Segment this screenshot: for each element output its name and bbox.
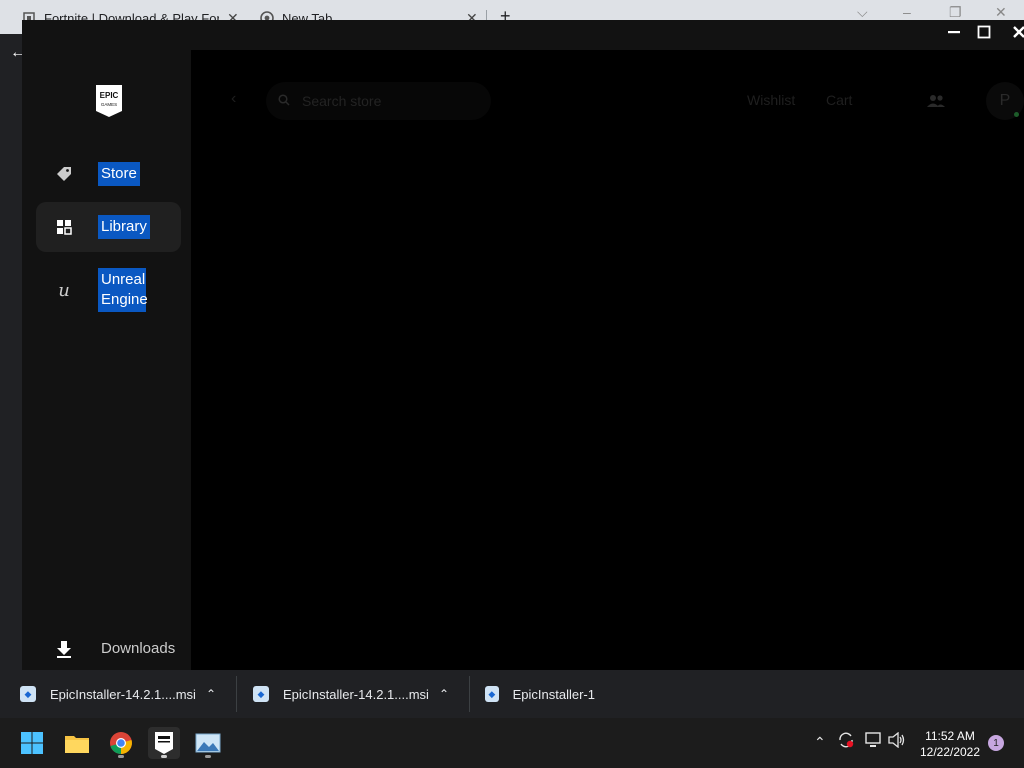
cart-link[interactable]: Cart [826,92,852,108]
minimize-icon[interactable]: – [903,4,911,20]
browser-toolbar-edge: ← [0,34,26,664]
minimize-icon[interactable] [947,23,961,44]
installer-file-icon: ◆ [20,686,36,702]
running-indicator [118,755,124,758]
sidebar-item-label: Library [98,215,150,239]
system-clock[interactable]: 11:52 AM 12/22/2022 [915,728,985,760]
volume-icon[interactable] [888,731,906,751]
file-explorer-icon[interactable] [61,727,93,759]
epic-launcher-window: EPIC GAMES Store Library u Unreal Engine… [22,20,1024,670]
maximize-icon[interactable] [977,23,991,44]
installer-file-icon: ◆ [253,686,269,702]
image-viewer-icon[interactable] [192,727,224,759]
unreal-icon: u [58,279,70,301]
logo-subtext: GAMES [101,102,117,107]
download-filename: EpicInstaller-14.2.1....msi [283,686,429,702]
friends-icon[interactable] [916,86,956,116]
chevron-up-icon[interactable]: ⌃ [206,687,216,701]
taskbar: ⌃ 11:52 AM 12/22/2022 1 [0,718,1024,768]
search-icon [278,93,290,109]
download-item[interactable]: ◆ EpicInstaller-1 [485,670,595,718]
restore-icon[interactable]: ❐ [949,4,962,21]
chevron-up-icon[interactable]: ⌃ [439,687,449,701]
launcher-sidebar: EPIC GAMES Store Library u Unreal Engine… [22,50,191,670]
downloads-bar: ◆ EpicInstaller-14.2.1....msi ⌃ ◆ EpicIn… [0,670,1024,718]
sidebar-item-unreal-engine[interactable]: u Unreal Engine [36,260,181,320]
download-divider [236,676,237,712]
installer-file-icon: ◆ [485,686,499,702]
search-input[interactable] [300,92,474,110]
running-indicator [161,755,167,758]
tag-icon [52,166,76,182]
sidebar-item-label: Downloads [101,640,176,657]
close-window-icon[interactable]: ✕ [995,4,1007,21]
download-filename: EpicInstaller-14.2.1....msi [50,686,196,702]
windows-start-icon[interactable] [16,727,48,759]
clock-time: 11:52 AM [925,729,975,743]
launcher-content: ‹ Wishlist Cart P [191,50,1024,670]
sync-icon[interactable] [837,731,855,752]
network-icon[interactable] [864,732,882,751]
download-item[interactable]: ◆ EpicInstaller-14.2.1....msi ⌃ [20,670,235,718]
wishlist-link[interactable]: Wishlist [747,92,795,108]
download-divider [469,676,470,712]
sidebar-item-downloads[interactable]: Downloads [36,635,181,663]
search-store-box[interactable] [266,82,491,120]
downloads-bar-overlay [596,670,1024,718]
sidebar-item-store[interactable]: Store [36,160,181,188]
download-filename: EpicInstaller-1 [512,686,595,702]
close-icon[interactable] [1012,23,1024,44]
sidebar-item-library[interactable]: Library [36,202,181,252]
running-indicator [205,755,211,758]
grid-icon [52,219,76,235]
epic-games-icon[interactable] [148,727,180,759]
launcher-titlebar [22,20,1024,50]
chrome-icon[interactable] [105,727,137,759]
sidebar-item-label: Store [98,162,140,186]
sidebar-item-label: Unreal Engine [98,268,148,312]
notification-badge[interactable]: 1 [988,735,1004,751]
download-item[interactable]: ◆ EpicInstaller-14.2.1....msi ⌃ [253,670,468,718]
back-chevron-icon[interactable]: ‹ [231,90,236,108]
download-arrow-icon [52,640,76,658]
tab-search-icon[interactable]: ⌵ [857,4,868,21]
epic-games-logo[interactable]: EPIC GAMES [95,84,123,118]
online-status-dot [1014,112,1019,117]
chevron-up-icon[interactable]: ⌃ [814,734,826,751]
clock-date: 12/22/2022 [919,745,981,759]
logo-text: EPIC [100,91,119,100]
